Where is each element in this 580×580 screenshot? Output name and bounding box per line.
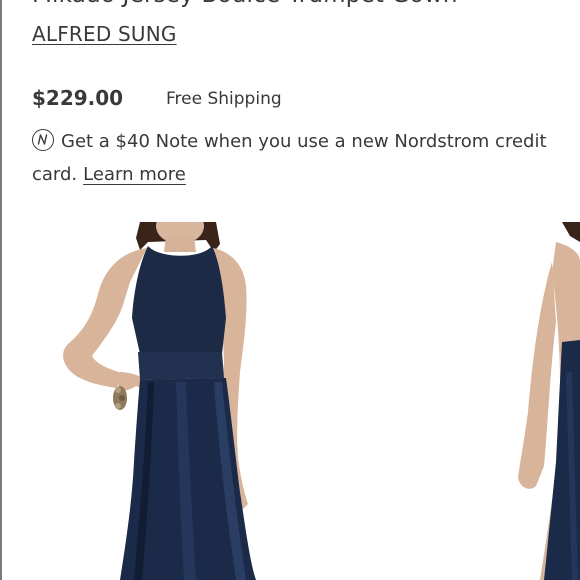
next-image-preview[interactable] <box>500 222 580 580</box>
brand-link[interactable]: ALFRED SUNG <box>32 22 177 46</box>
learn-more-link[interactable]: Learn more <box>83 164 186 185</box>
product-page: Mikado Jersey Bodice Trumpet Gown ALFRED… <box>0 0 580 580</box>
product-price: $229.00 <box>32 86 124 110</box>
product-image <box>63 222 580 580</box>
nordstrom-n-icon <box>32 129 54 151</box>
product-title: Mikado Jersey Bodice Trumpet Gown <box>32 0 458 8</box>
credit-card-promo: Get a $40 Note when you use a new Nordst… <box>32 125 562 191</box>
shipping-info: Free Shipping <box>166 89 282 109</box>
product-image-gallery[interactable] <box>0 222 580 580</box>
